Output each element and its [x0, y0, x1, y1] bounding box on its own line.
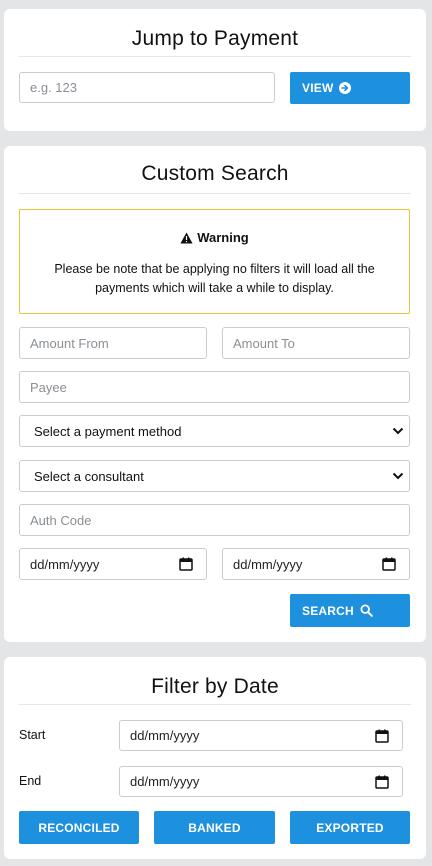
warning-title: Warning — [197, 230, 249, 245]
end-date-value: dd/mm/yyyy — [130, 774, 200, 789]
warning-triangle-icon — [180, 232, 193, 243]
date-to-value: dd/mm/yyyy — [233, 556, 303, 572]
search-button-label: SEARCH — [302, 603, 354, 618]
auth-code-input[interactable]: Auth Code — [19, 504, 410, 536]
jump-to-payment-card: Jump to Payment e.g. 123 VIEW — [4, 9, 426, 131]
calendar-icon[interactable] — [179, 557, 193, 571]
calendar-icon[interactable] — [375, 775, 389, 789]
search-icon — [360, 604, 373, 617]
date-from-value: dd/mm/yyyy — [30, 556, 100, 572]
exported-button[interactable]: EXPORTED — [290, 811, 410, 844]
start-label: Start — [19, 728, 46, 742]
end-date-input[interactable]: dd/mm/yyyy — [119, 766, 403, 797]
jump-to-payment-title: Jump to Payment — [131, 27, 299, 50]
chevron-down-icon — [392, 427, 404, 435]
reconciled-button[interactable]: RECONCILED — [19, 811, 139, 844]
view-button[interactable]: VIEW — [290, 72, 410, 104]
amount-to-input[interactable]: Amount To — [222, 327, 410, 359]
filter-by-date-card: Filter by Date Start dd/mm/yyyy End dd/m… — [4, 657, 426, 859]
divider — [19, 704, 411, 705]
payment-id-input[interactable]: e.g. 123 — [19, 72, 275, 103]
payee-input[interactable]: Payee — [19, 371, 410, 403]
calendar-icon[interactable] — [375, 729, 389, 743]
custom-search-card: Custom Search Warning Please be note tha… — [4, 146, 426, 642]
arrow-circle-right-icon — [339, 82, 352, 94]
payment-method-select[interactable]: Select a payment method — [19, 415, 410, 447]
filter-by-date-title: Filter by Date — [151, 675, 279, 698]
calendar-icon[interactable] — [382, 557, 396, 571]
view-button-label: VIEW — [302, 81, 334, 95]
search-button[interactable]: SEARCH — [290, 594, 410, 627]
start-date-value: dd/mm/yyyy — [130, 728, 200, 743]
consultant-select[interactable]: Select a consultant — [19, 460, 410, 492]
payment-method-value: Select a payment method — [34, 423, 182, 439]
warning-message: Please be note that be applying no filte… — [54, 262, 375, 295]
banked-button[interactable]: BANKED — [154, 811, 275, 844]
chevron-down-icon — [392, 472, 404, 480]
date-from-input[interactable]: dd/mm/yyyy — [19, 548, 207, 580]
amount-from-input[interactable]: Amount From — [19, 327, 207, 359]
start-date-input[interactable]: dd/mm/yyyy — [119, 720, 403, 751]
divider — [19, 193, 411, 194]
warning-box: Warning Please be note that be applying … — [19, 209, 410, 314]
warning-heading: Warning — [20, 230, 409, 245]
divider — [19, 56, 411, 57]
consultant-value: Select a consultant — [34, 468, 144, 484]
date-to-input[interactable]: dd/mm/yyyy — [222, 548, 410, 580]
custom-search-title: Custom Search — [141, 162, 289, 185]
end-label: End — [19, 774, 42, 788]
